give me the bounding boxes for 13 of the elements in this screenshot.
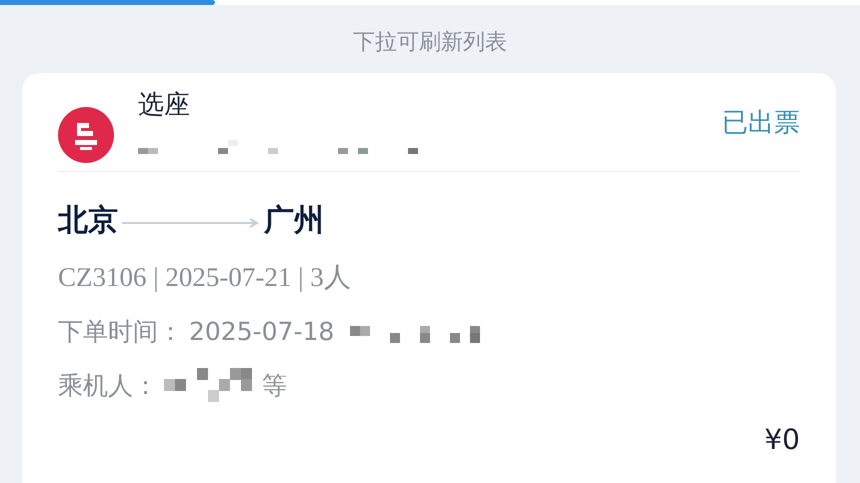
- order-title: 选座: [138, 89, 191, 122]
- passenger-label: 乘机人：: [58, 370, 158, 402]
- order-price: ¥0: [764, 423, 800, 456]
- flight-info: CZ3106 | 2025-07-21 | 3人: [58, 261, 352, 294]
- order-time: 2025-07-18: [189, 316, 334, 346]
- departure-city: 北京: [58, 202, 118, 240]
- order-time-label: 下单时间：: [58, 316, 183, 348]
- arrival-city: 广州: [264, 202, 324, 240]
- passenger-suffix: 等: [262, 370, 287, 402]
- ticket-status: 已出票: [722, 107, 800, 140]
- pull-hint: 下拉可刷新列表: [352, 29, 508, 57]
- seat-icon: [58, 107, 114, 163]
- order-card[interactable]: 选座 已出票 北京 广州 CZ3106 | 2025-07-21 | 3人 下单时间： 2025-07-18 乘机人： 等 ¥0: [22, 73, 836, 483]
